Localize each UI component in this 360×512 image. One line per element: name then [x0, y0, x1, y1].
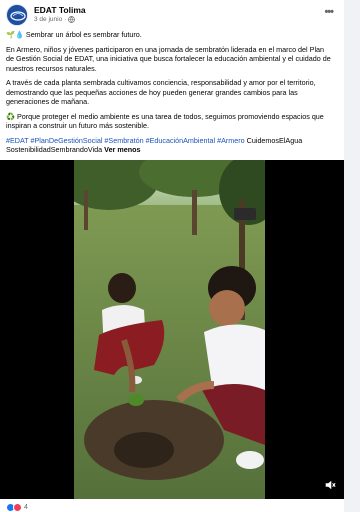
speaker-mute-icon[interactable]: [324, 479, 336, 491]
reaction-count[interactable]: 4: [24, 504, 28, 511]
post-paragraph: A través de cada planta sembrada cultiva…: [6, 78, 316, 106]
post-date[interactable]: 3 de junio: [34, 16, 62, 23]
post-paragraph: En Armero, niños y jóvenes participaron …: [6, 44, 331, 73]
edat-logo-icon: [8, 6, 27, 25]
hashtag-links[interactable]: #EDAT #PlanDeGestiónSocial #Sembratón #E…: [6, 136, 245, 145]
love-reaction-icon: [13, 503, 22, 512]
reactions-summary[interactable]: 4: [6, 503, 28, 512]
post-card: EDAT Tolima 3 de junio · ••• 🌱💧 Sembrar …: [0, 0, 344, 512]
more-options-icon[interactable]: •••: [324, 6, 334, 18]
post-meta: 3 de junio ·: [34, 16, 76, 23]
video-frame[interactable]: [74, 160, 265, 499]
video-scene: [74, 160, 265, 499]
page-avatar[interactable]: [6, 4, 28, 26]
page-name-link[interactable]: EDAT Tolima: [34, 5, 86, 15]
post-header: EDAT Tolima 3 de junio · •••: [5, 4, 339, 28]
globe-icon: [68, 16, 76, 23]
post-text: 🌱💧 Sembrar un árbol es sembrar futuro. E…: [6, 30, 334, 160]
video-player[interactable]: [0, 160, 344, 499]
post-paragraph: 🌱💧 Sembrar un árbol es sembrar futuro.: [6, 30, 142, 39]
post-hashtag-block: #EDAT #PlanDeGestiónSocial #Sembratón #E…: [6, 136, 334, 155]
see-less-link[interactable]: Ver menos: [104, 145, 140, 154]
post-paragraph: ♻️ Porque proteger el medio ambiente es …: [6, 111, 324, 131]
